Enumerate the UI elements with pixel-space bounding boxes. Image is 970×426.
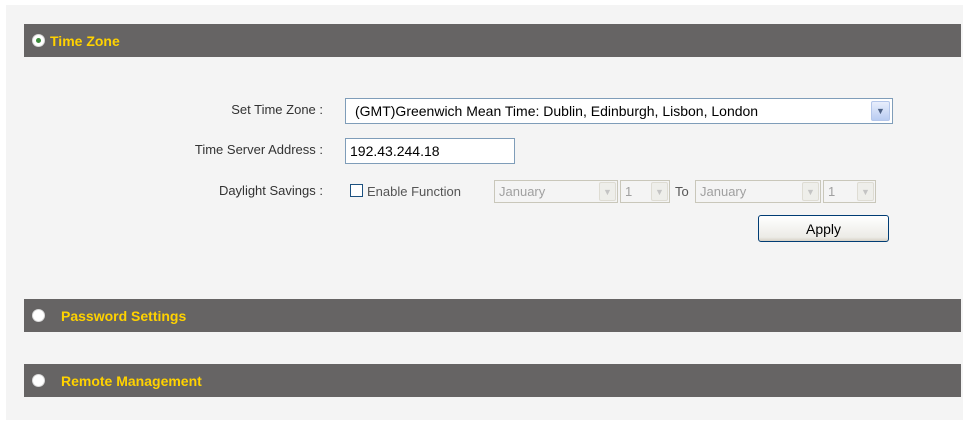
section-title-time-zone: Time Zone (50, 32, 120, 49)
section-header-time-zone[interactable]: Time Zone (24, 24, 961, 57)
end-day-value: 1 (828, 184, 836, 199)
end-month-select[interactable]: January ▼ (695, 180, 821, 203)
radio-unselected-icon (33, 310, 44, 321)
enable-function-label: Enable Function (367, 184, 461, 199)
end-day-select[interactable]: 1 ▼ (823, 180, 876, 203)
time-zone-select[interactable]: (GMT)Greenwich Mean Time: Dublin, Edinbu… (345, 98, 893, 124)
start-day-select[interactable]: 1 ▼ (620, 180, 670, 203)
section-title-remote-management: Remote Management (61, 372, 202, 389)
to-label: To (675, 184, 689, 199)
start-day-value: 1 (625, 184, 633, 199)
chevron-down-icon[interactable]: ▼ (599, 182, 616, 201)
chevron-down-icon[interactable]: ▼ (802, 182, 819, 201)
chevron-down-icon[interactable]: ▼ (857, 182, 874, 201)
radio-selected-icon (33, 35, 44, 46)
time-zone-select-value: (GMT)Greenwich Mean Time: Dublin, Edinbu… (355, 103, 759, 119)
daylight-savings-label: Daylight Savings : (218, 183, 323, 198)
apply-button[interactable]: Apply (758, 215, 889, 242)
chevron-down-icon[interactable]: ▼ (651, 182, 668, 201)
enable-function-checkbox[interactable] (350, 184, 363, 197)
start-month-value: January (499, 184, 546, 199)
time-server-label: Time Server Address : (194, 142, 323, 157)
end-month-value: January (700, 184, 747, 199)
radio-unselected-icon (33, 375, 44, 386)
time-server-input[interactable]: 192.43.244.18 (345, 138, 515, 164)
start-month-select[interactable]: January ▼ (494, 180, 618, 203)
settings-panel: Time Zone Set Time Zone : (GMT)Greenwich… (6, 5, 963, 420)
section-header-remote-management[interactable]: Remote Management (24, 364, 961, 397)
section-header-password-settings[interactable]: Password Settings (24, 299, 961, 332)
time-zone-label: Set Time Zone : (231, 102, 323, 117)
chevron-down-icon[interactable]: ▼ (871, 101, 890, 121)
section-title-password-settings: Password Settings (61, 307, 187, 324)
